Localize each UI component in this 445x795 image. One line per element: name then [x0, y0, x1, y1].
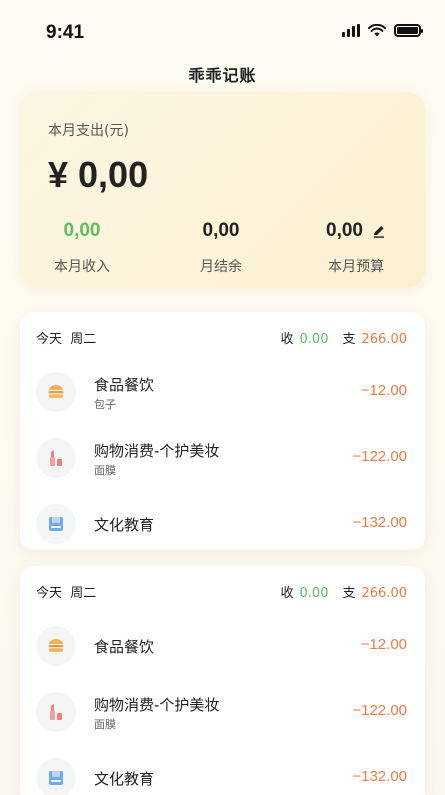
transaction-row[interactable]: 食品餐饮 包子 −12.00 [20, 358, 425, 424]
book-icon [36, 758, 76, 795]
transaction-category: 购物消费-个护美妆 [94, 442, 220, 460]
lipstick-icon [36, 438, 76, 478]
book-icon [36, 504, 76, 544]
transaction-category: 购物消费-个护美妆 [94, 696, 220, 714]
transaction-category: 文化教育 [94, 770, 155, 788]
battery-icon [394, 24, 423, 37]
day-header: 今天 周二 收 0.00 支 266.00 [20, 312, 425, 358]
burger-icon [36, 372, 76, 412]
wifi-icon [368, 24, 386, 37]
day-header: 今天 周二 收 0.00 支 266.00 [20, 566, 425, 612]
transaction-row[interactable]: 购物消费-个护美妆 面膜 −122.00 [20, 424, 425, 490]
day-expense-label: 支 [342, 332, 356, 347]
monthly-balance-stat: 0,00 月结余 [200, 220, 242, 276]
day-income-value: 0.00 [299, 332, 329, 347]
app-title: 乖乖记账 [188, 66, 257, 85]
day-weekday: 周二 [70, 332, 97, 347]
transaction-row[interactable]: 文化教育 −132.00 [20, 744, 425, 795]
transaction-category: 食品餐饮 [94, 638, 155, 656]
monthly-expense-label: 本月支出(元) [48, 123, 129, 139]
day-expense-value: 266.00 [361, 332, 408, 347]
day-expense-label: 支 [342, 586, 356, 601]
monthly-income-stat: 0,00 本月收入 [54, 220, 110, 276]
monthly-balance-value: 0,00 [202, 220, 240, 241]
transaction-note: 包子 [94, 398, 116, 411]
burger-icon [36, 626, 76, 666]
transaction-category: 食品餐饮 [94, 376, 155, 394]
transaction-row[interactable]: 食品餐饮 −12.00 [20, 612, 425, 678]
monthly-budget-label: 本月预算 [328, 259, 385, 275]
transaction-amount: −12.00 [360, 636, 407, 653]
transaction-row[interactable]: 购物消费-个护美妆 面膜 −122.00 [20, 678, 425, 744]
day-totals: 收 0.00 支 266.00 [281, 582, 407, 601]
day-date: 今天 周二 [36, 328, 96, 347]
transaction-amount: −132.00 [352, 768, 407, 785]
transaction-amount: −122.00 [352, 448, 407, 465]
status-icons [342, 24, 423, 37]
day-date-label: 今天 [36, 586, 63, 601]
day-group-card: 今天 周二 收 0.00 支 266.00 食品餐饮 包子 −12.00 购物消费-个… [20, 312, 425, 550]
monthly-budget-value: 0,00 [326, 220, 363, 241]
monthly-income-label: 本月收入 [54, 259, 110, 275]
monthly-budget-stat[interactable]: 0,00 本月预算 [326, 220, 386, 276]
monthly-expense-amount: ¥ 0,00 [48, 154, 149, 195]
transaction-row[interactable]: 文化教育 −132.00 [20, 490, 425, 556]
status-time: 9:41 [46, 22, 85, 43]
transaction-amount: −12.00 [360, 382, 407, 399]
transaction-note: 面膜 [94, 718, 116, 731]
day-date-label: 今天 [36, 332, 63, 347]
day-totals: 收 0.00 支 266.00 [281, 328, 407, 347]
lipstick-icon [36, 692, 76, 732]
monthly-balance-label: 月结余 [200, 259, 242, 275]
transaction-category: 文化教育 [94, 516, 155, 534]
day-income-label: 收 [280, 332, 294, 347]
day-income-value: 0.00 [299, 586, 329, 601]
day-date: 今天 周二 [36, 582, 96, 601]
monthly-income-value: 0,00 [63, 220, 101, 241]
day-group-card: 今天 周二 收 0.00 支 266.00 食品餐饮 −12.00 购物消费-个护美妆… [20, 566, 425, 795]
transaction-amount: −122.00 [352, 702, 407, 719]
monthly-summary-card: 本月支出(元) ¥ 0,00 0,00 本月收入 0,00 月结余 0,00 本… [20, 92, 425, 288]
transaction-note: 面膜 [94, 464, 116, 477]
signal-icon [342, 24, 360, 37]
day-income-label: 收 [280, 586, 294, 601]
transaction-amount: −132.00 [352, 514, 407, 531]
day-expense-value: 266.00 [361, 586, 408, 601]
edit-budget-icon[interactable] [372, 224, 386, 238]
status-bar: 9:41 [0, 0, 445, 60]
day-weekday: 周二 [70, 586, 97, 601]
